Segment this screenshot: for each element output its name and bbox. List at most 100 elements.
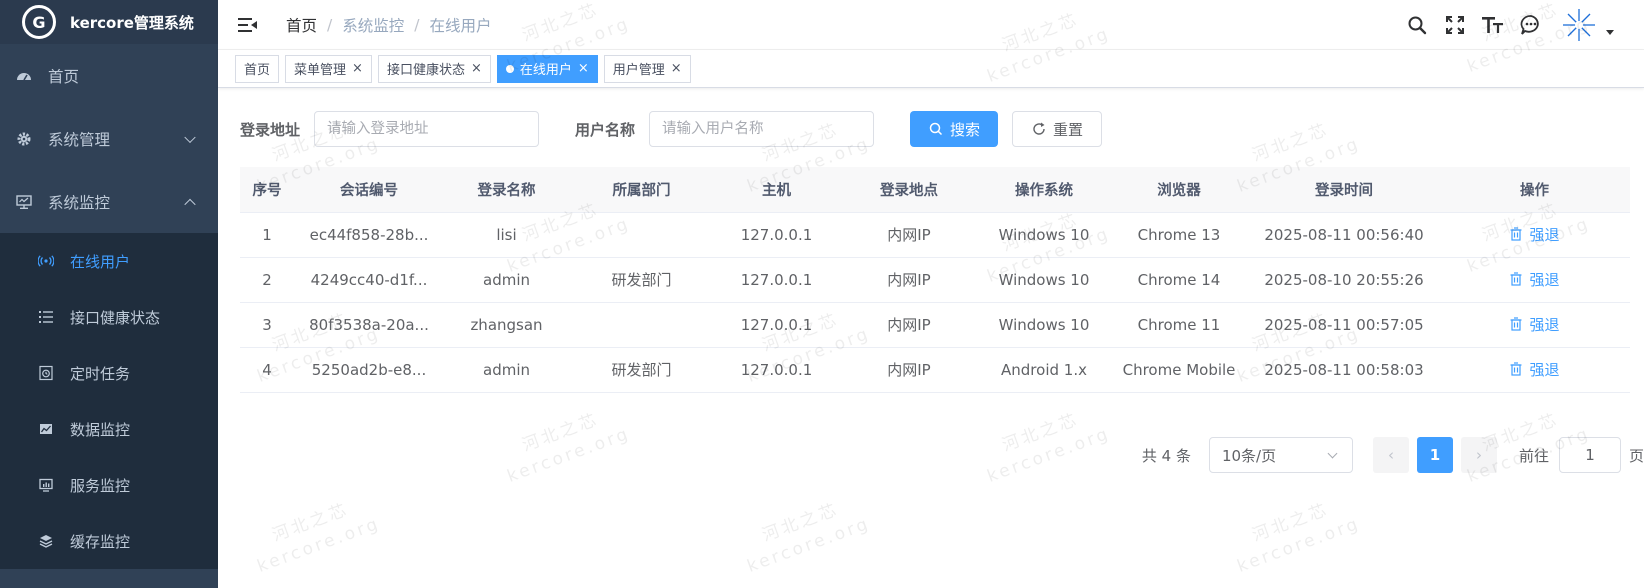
force-logout-button[interactable]: 强退 xyxy=(1509,224,1560,245)
column-header: 序号 xyxy=(240,167,294,213)
page-size-select[interactable]: 10条/页 xyxy=(1208,437,1353,473)
cell-os: Windows 10 xyxy=(979,302,1109,348)
cell-host: 127.0.0.1 xyxy=(714,257,839,303)
cell-login: lisi xyxy=(444,212,569,258)
cell-os: Windows 10 xyxy=(979,257,1109,303)
breadcrumb-separator: / xyxy=(414,15,420,34)
app-root: G kercore管理系统 首页 系统管理 系统监控 在线用户 接口健康状态 定… xyxy=(0,0,1644,588)
breadcrumb-item-home[interactable]: 首页 xyxy=(286,14,317,36)
cell-session: 80f3538a-20a... xyxy=(294,302,444,348)
column-header: 操作系统 xyxy=(979,167,1109,213)
page-number-button[interactable]: 1 xyxy=(1416,437,1453,473)
timer-icon xyxy=(38,365,54,381)
cell-login: zhangsan xyxy=(444,302,569,348)
fullscreen-icon[interactable] xyxy=(1444,14,1466,36)
active-dot-icon xyxy=(505,64,514,73)
pagination: 共 4 条 10条/页 ‹ 1 › 前往 页 xyxy=(1142,437,1644,473)
cell-dept xyxy=(569,212,714,258)
tag-api-health[interactable]: 接口健康状态 × xyxy=(377,54,491,83)
cell-location: 内网IP xyxy=(839,257,979,303)
force-logout-button[interactable]: 强退 xyxy=(1509,269,1560,290)
sidebar-item-online-users[interactable]: 在线用户 xyxy=(0,233,218,289)
tag-user-management[interactable]: 用户管理 × xyxy=(603,54,691,83)
main-content: 登录地址 用户名称 搜索 重置 xyxy=(218,89,1644,588)
trash-icon xyxy=(1510,272,1522,286)
sidebar-item-system[interactable]: 系统管理 xyxy=(0,107,218,170)
chevron-down-icon[interactable] xyxy=(1606,29,1614,35)
close-icon[interactable]: × xyxy=(578,61,589,76)
message-icon[interactable] xyxy=(1520,14,1542,36)
sidebar-item-home[interactable]: 首页 xyxy=(0,44,218,107)
reset-button[interactable]: 重置 xyxy=(1012,111,1103,147)
online-users-table: 序号 会话编号 登录名称 所属部门 主机 登录地点 操作系统 浏览器 登录时间 … xyxy=(240,167,1630,393)
cell-host: 127.0.0.1 xyxy=(714,212,839,258)
sidebar-item-label: 系统管理 xyxy=(48,130,111,149)
username-label: 用户名称 xyxy=(575,120,636,139)
gear-icon xyxy=(16,131,32,147)
force-logout-label: 强退 xyxy=(1529,225,1560,244)
close-icon[interactable]: × xyxy=(471,61,482,76)
cell-location: 内网IP xyxy=(839,302,979,348)
cell-action: 强退 xyxy=(1439,212,1630,258)
goto-page-input[interactable] xyxy=(1558,437,1621,473)
search-button[interactable]: 搜索 xyxy=(910,111,999,147)
cell-time: 2025-08-11 00:56:40 xyxy=(1249,212,1439,258)
table-row: 4 5250ad2b-e8... admin 研发部门 127.0.0.1 内网… xyxy=(240,347,1630,393)
breadcrumb-item-monitor: 系统监控 xyxy=(342,16,405,35)
dashboard-icon xyxy=(16,68,32,84)
prev-page-button[interactable]: ‹ xyxy=(1372,437,1409,473)
hamburger-icon[interactable] xyxy=(238,17,257,33)
sidebar-item-label: 首页 xyxy=(48,67,80,86)
sidebar-item-scheduled-tasks[interactable]: 定时任务 xyxy=(0,345,218,401)
avatar[interactable] xyxy=(1560,6,1598,44)
sidebar-item-api-health[interactable]: 接口健康状态 xyxy=(0,289,218,345)
tag-menu-management[interactable]: 菜单管理 × xyxy=(285,54,372,83)
monitor-icon xyxy=(16,194,32,210)
submenu-monitor: 在线用户 接口健康状态 定时任务 数据监控 服务监控 缓存监控 xyxy=(0,233,218,569)
cell-index: 4 xyxy=(240,347,294,393)
online-icon xyxy=(38,253,54,269)
cell-action: 强退 xyxy=(1439,347,1630,393)
username-input[interactable] xyxy=(649,111,875,147)
breadcrumb-separator: / xyxy=(327,15,333,34)
pagination-total: 共 4 条 xyxy=(1141,446,1191,465)
trash-icon xyxy=(1510,317,1522,331)
font-size-icon[interactable] xyxy=(1482,14,1504,36)
cell-login: admin xyxy=(444,257,569,303)
trash-icon xyxy=(1510,227,1522,241)
tag-label: 首页 xyxy=(244,63,271,78)
tag-online-users[interactable]: 在线用户 × xyxy=(496,54,598,83)
cell-time: 2025-08-11 00:58:03 xyxy=(1249,347,1439,393)
sidebar: G kercore管理系统 首页 系统管理 系统监控 在线用户 接口健康状态 定… xyxy=(0,0,218,588)
close-icon[interactable]: × xyxy=(671,61,682,76)
cell-browser: Chrome 11 xyxy=(1109,302,1249,348)
tag-label: 在线用户 xyxy=(519,63,572,78)
sidebar-item-data-monitor[interactable]: 数据监控 xyxy=(0,401,218,457)
column-header: 所属部门 xyxy=(569,167,714,213)
breadcrumb-item-current: 在线用户 xyxy=(429,16,492,35)
cell-time: 2025-08-11 00:57:05 xyxy=(1249,302,1439,348)
brand[interactable]: G kercore管理系统 xyxy=(0,0,218,44)
force-logout-label: 强退 xyxy=(1529,270,1560,289)
cell-location: 内网IP xyxy=(839,212,979,258)
reset-button-label: 重置 xyxy=(1053,120,1084,139)
sidebar-item-server-monitor[interactable]: 服务监控 xyxy=(0,457,218,513)
sidebar-item-cache-monitor[interactable]: 缓存监控 xyxy=(0,513,218,569)
ipaddr-input[interactable] xyxy=(314,111,540,147)
goto-prefix: 前往 xyxy=(1518,446,1549,465)
search-button-label: 搜索 xyxy=(950,120,981,139)
sidebar-item-label: 缓存监控 xyxy=(70,532,131,551)
cell-index: 3 xyxy=(240,302,294,348)
force-logout-button[interactable]: 强退 xyxy=(1509,359,1560,380)
search-icon[interactable] xyxy=(1406,14,1428,36)
sidebar-item-label: 系统监控 xyxy=(48,193,111,212)
cell-index: 2 xyxy=(240,257,294,303)
next-page-button[interactable]: › xyxy=(1460,437,1497,473)
cell-session: 4249cc40-d1f... xyxy=(294,257,444,303)
force-logout-button[interactable]: 强退 xyxy=(1509,314,1560,335)
column-header: 登录名称 xyxy=(444,167,569,213)
tag-label: 菜单管理 xyxy=(294,63,347,78)
close-icon[interactable]: × xyxy=(352,61,363,76)
tag-home[interactable]: 首页 xyxy=(235,54,280,83)
sidebar-item-monitor[interactable]: 系统监控 xyxy=(0,170,218,233)
